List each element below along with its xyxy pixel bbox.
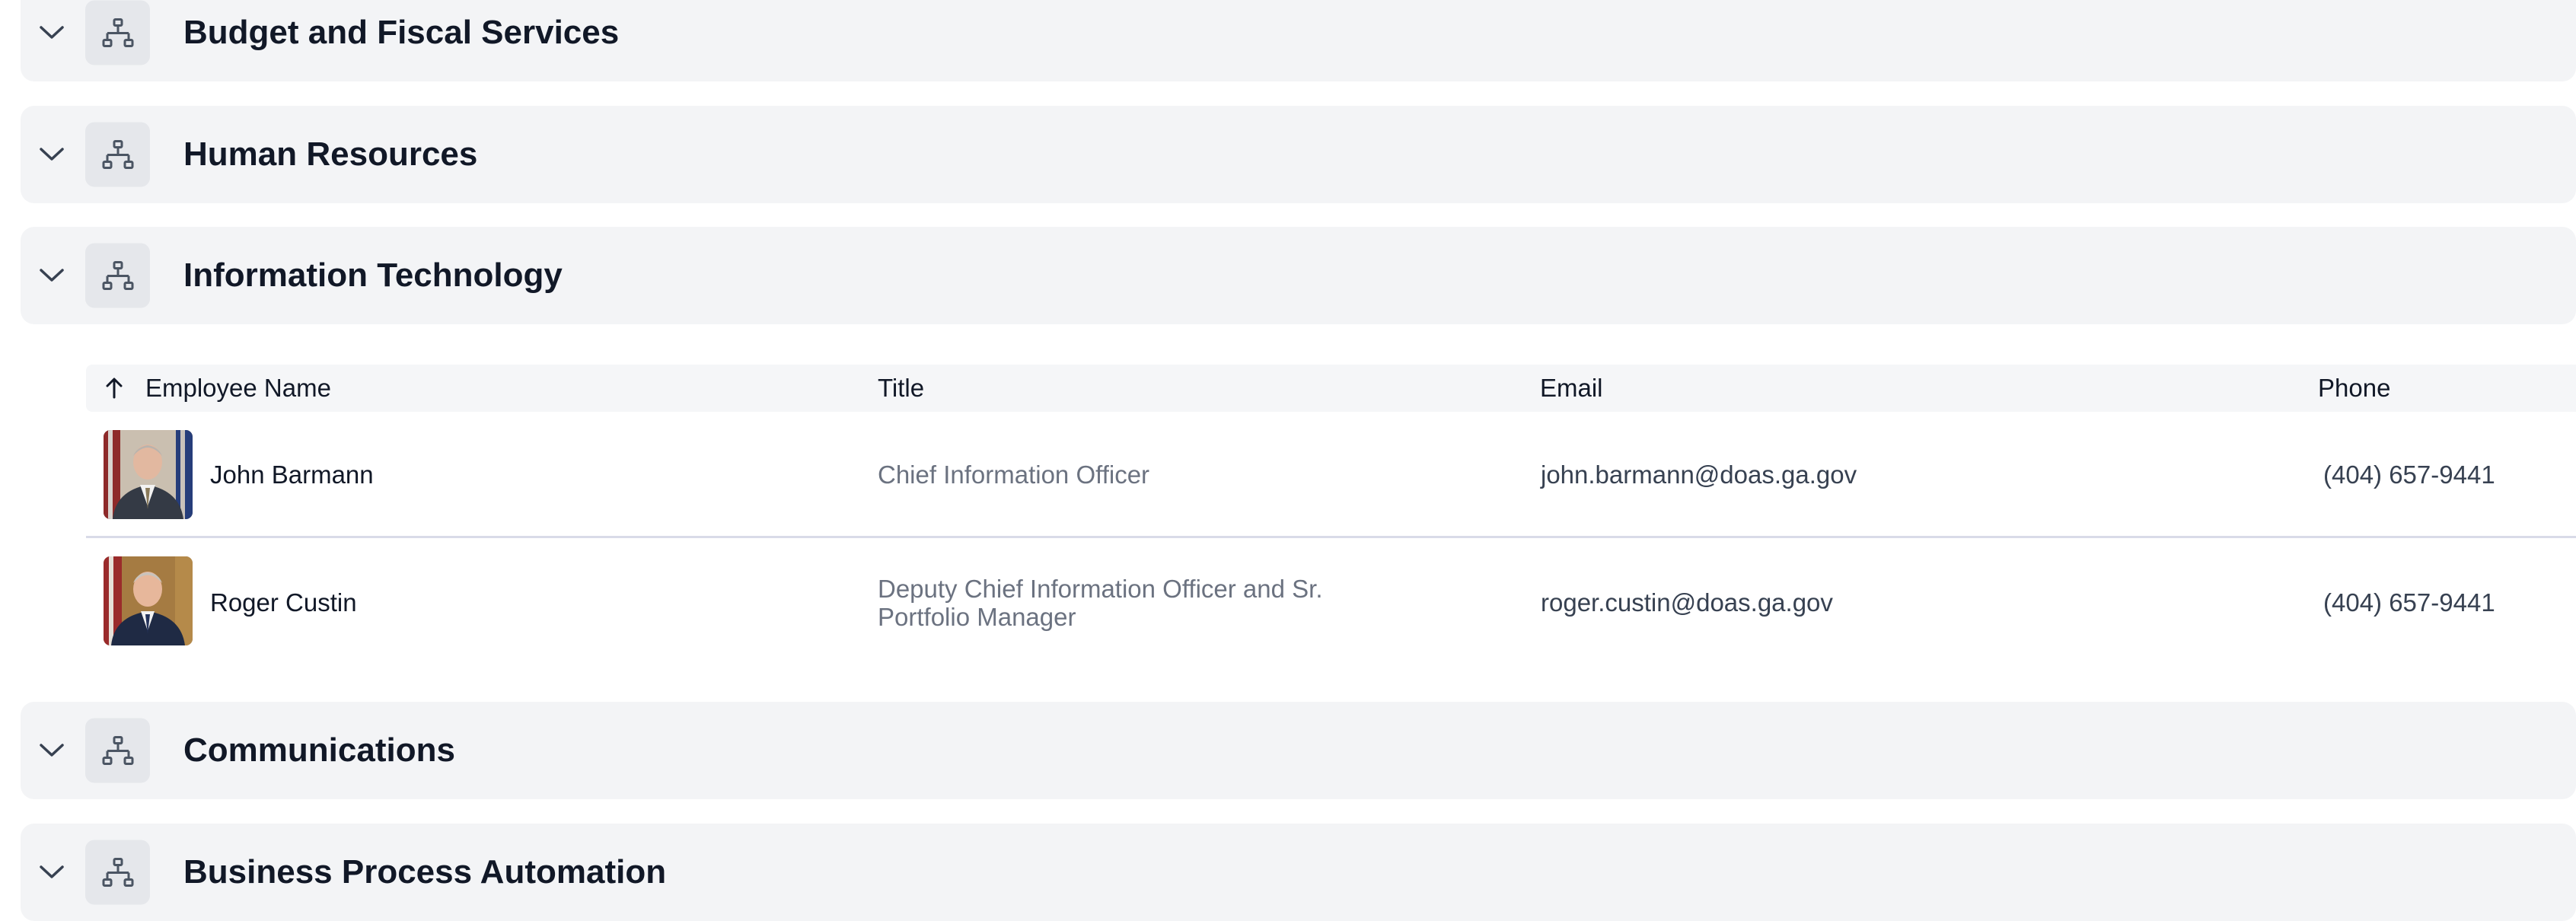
column-header-email[interactable]: Email bbox=[1540, 374, 1603, 403]
section-title[interactable]: Communications bbox=[183, 731, 455, 770]
employee-email[interactable]: roger.custin@doas.ga.gov bbox=[1541, 588, 1833, 617]
chevron-down-icon[interactable] bbox=[39, 743, 65, 758]
section-title[interactable]: Budget and Fiscal Services bbox=[183, 14, 619, 52]
table-header: Employee Name Title Email Phone bbox=[86, 365, 2576, 412]
arrow-up-icon[interactable] bbox=[104, 377, 124, 400]
avatar bbox=[104, 430, 193, 519]
chevron-down-icon[interactable] bbox=[39, 147, 65, 162]
employee-phone[interactable]: (404) 657-9441 bbox=[2323, 588, 2495, 617]
column-header-phone[interactable]: Phone bbox=[2318, 374, 2390, 403]
employee-name: Roger Custin bbox=[210, 588, 357, 617]
org-chart-icon bbox=[85, 718, 150, 783]
employee-phone[interactable]: (404) 657-9441 bbox=[2323, 460, 2495, 489]
employee-name: John Barmann bbox=[210, 460, 374, 489]
table-row: John Barmann Chief Information Officer j… bbox=[86, 412, 2576, 537]
avatar bbox=[104, 556, 193, 645]
employee-title: Deputy Chief Information Officer and Sr.… bbox=[878, 575, 1323, 631]
org-chart-icon bbox=[85, 243, 150, 308]
section-information-technology[interactable]: Information Technology bbox=[21, 227, 2576, 324]
chevron-down-icon[interactable] bbox=[39, 865, 65, 880]
chevron-down-icon[interactable] bbox=[39, 25, 65, 40]
chevron-down-icon[interactable] bbox=[39, 268, 65, 283]
column-header-employee-name[interactable]: Employee Name bbox=[145, 374, 331, 403]
employee-title: Chief Information Officer bbox=[878, 460, 1150, 489]
section-human-resources[interactable]: Human Resources bbox=[21, 106, 2576, 203]
section-title[interactable]: Human Resources bbox=[183, 135, 477, 174]
org-chart-icon bbox=[85, 0, 150, 65]
employee-email[interactable]: john.barmann@doas.ga.gov bbox=[1541, 460, 1857, 489]
table-row: Roger Custin Deputy Chief Information Of… bbox=[86, 538, 2576, 668]
org-chart-icon bbox=[85, 840, 150, 905]
section-budget-fiscal-services[interactable]: Budget and Fiscal Services bbox=[21, 0, 2576, 81]
org-chart-icon bbox=[85, 122, 150, 187]
section-title[interactable]: Business Process Automation bbox=[183, 853, 666, 891]
section-title[interactable]: Information Technology bbox=[183, 257, 563, 295]
column-header-title[interactable]: Title bbox=[878, 374, 924, 403]
section-communications[interactable]: Communications bbox=[21, 702, 2576, 799]
